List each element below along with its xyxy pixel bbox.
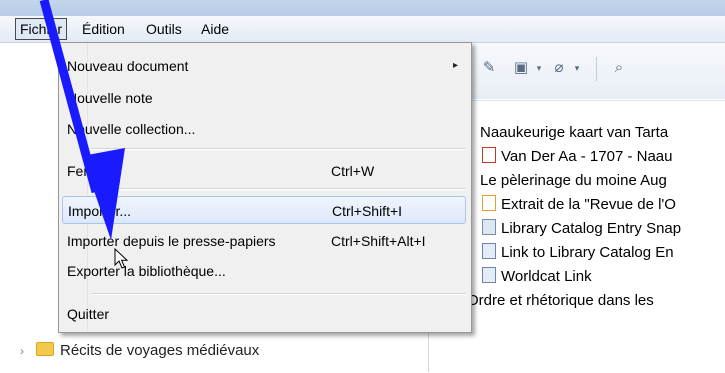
items-toolbar: ✎ ▣ ▾ ⌀ ▾ ⌕ [430,43,725,99]
items-list: Naaukeurige kaart van Tarta Van Der Aa -… [430,100,725,373]
menu-separator [91,188,466,190]
menu-item-quitter[interactable]: Quitter [62,300,466,328]
menu-item-label: Quitter [67,306,110,322]
menu-item-nouvelle-note[interactable]: Nouvelle note [62,84,466,112]
window-title-bar [0,0,725,16]
attach-link-icon[interactable]: ✎ [476,57,502,79]
fichier-dropdown-menu: Nouveau document ▸ Nouvelle note Nouvell… [58,42,472,333]
pdf-icon [482,147,496,163]
search-icon[interactable]: ⌕ [606,57,632,79]
document-icon [482,195,496,211]
menu-item-shortcut: Ctrl+W [331,163,375,179]
menu-item-shortcut: Ctrl+Shift+I [332,203,403,219]
item-title: Worldcat Link [501,268,592,285]
menu-bar: Fichier Édition Outils Aide [0,16,725,43]
menu-item-nouvelle-collection[interactable]: Nouvelle collection... [62,115,466,143]
item-title: Library Catalog Entry Snap [501,220,682,237]
menu-fichier[interactable]: Fichier [15,18,68,40]
collection-item[interactable]: › Récits de voyages médiévaux [0,339,428,363]
item-title: Ordre et rhétorique dans les [467,292,654,309]
menu-item-nouveau-document[interactable]: Nouveau document ▸ [62,52,466,80]
list-item[interactable]: Le pèlerinage du moine Aug [430,169,725,193]
menu-item-label: Nouveau document [67,58,189,74]
menu-item-importer[interactable]: Importer... Ctrl+Shift+I [62,196,466,224]
chevron-right-icon[interactable]: › [20,339,24,363]
menu-item-label: Fermer [67,163,113,179]
menu-item-label: Importer... [68,203,132,219]
menu-edition[interactable]: Édition [78,19,129,39]
item-title: Naaukeurige kaart van Tarta [480,124,669,141]
menu-item-label: Nouvelle note [67,90,153,106]
collection-label: Récits de voyages médiévaux [60,342,260,359]
link-icon [482,267,496,283]
list-item[interactable]: Library Catalog Entry Snap [430,217,725,241]
list-item[interactable]: Extrait de la "Revue de l'O [430,193,725,217]
menu-item-shortcut: Ctrl+Shift+Alt+I [331,233,426,249]
menu-item-label: Importer depuis le presse-papiers [67,233,276,249]
menu-separator [91,293,466,295]
list-item[interactable]: Naaukeurige kaart van Tarta [430,121,725,145]
toolbar-separator [596,57,597,81]
item-title: Link to Library Catalog En [501,244,674,261]
menu-item-fermer[interactable]: Fermer Ctrl+W [62,157,466,185]
chevron-down-icon[interactable]: ▾ [564,57,590,79]
list-item[interactable]: ⌄ Ordre et rhétorique dans les [430,289,725,313]
item-title: Extrait de la "Revue de l'O [501,196,676,213]
snapshot-icon [482,219,496,235]
list-item[interactable]: Link to Library Catalog En [430,241,725,265]
menu-separator [91,148,466,150]
item-title: Van Der Aa - 1707 - Naau [501,148,673,165]
submenu-arrow-icon: ▸ [452,60,458,71]
menu-outils[interactable]: Outils [142,19,186,39]
menu-aide[interactable]: Aide [197,19,233,39]
menu-item-label: Nouvelle collection... [67,121,196,137]
folder-icon [36,342,54,356]
link-icon [482,243,496,259]
item-title: Le pèlerinage du moine Aug [480,172,667,189]
list-item[interactable]: Worldcat Link [430,265,725,289]
menu-item-label: Exporter la bibliothèque... [67,263,226,279]
list-item[interactable]: Van Der Aa - 1707 - Naau [430,145,725,169]
mouse-cursor-icon [114,248,129,269]
